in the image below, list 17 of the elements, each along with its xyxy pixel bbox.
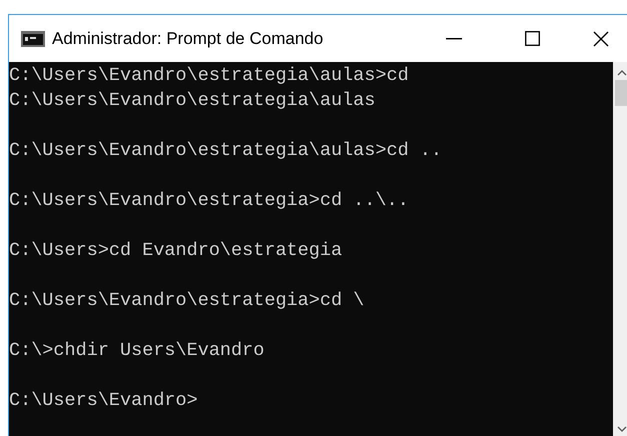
console-line: C:\Users\Evandro\estrategia\aulas>cd bbox=[9, 64, 409, 88]
maximize-icon bbox=[524, 31, 540, 46]
scrollbar-thumb[interactable] bbox=[615, 80, 627, 106]
console-line: C:\Users\Evandro\estrategia\aulas bbox=[9, 89, 376, 113]
minimize-icon bbox=[446, 38, 462, 40]
console-line: C:\Users\Evandro\estrategia>cd ..\.. bbox=[9, 189, 409, 213]
chevron-up-icon bbox=[617, 70, 627, 76]
chevron-down-icon bbox=[617, 426, 627, 432]
console-line: C:\Users>cd Evandro\estrategia bbox=[9, 239, 342, 263]
window-title: Administrador: Prompt de Comando bbox=[52, 28, 324, 50]
console-line: C:\Users\Evandro> bbox=[9, 389, 198, 413]
console-line: C:\Users\Evandro\estrategia>cd \ bbox=[9, 289, 364, 313]
console-line: C:\Users\Evandro\estrategia\aulas>cd .. bbox=[9, 139, 442, 163]
terminal-icon bbox=[21, 30, 45, 46]
console-line: C:\>chdir Users\Evandro bbox=[9, 339, 264, 363]
close-icon bbox=[593, 30, 609, 46]
scrollbar[interactable] bbox=[613, 62, 627, 436]
